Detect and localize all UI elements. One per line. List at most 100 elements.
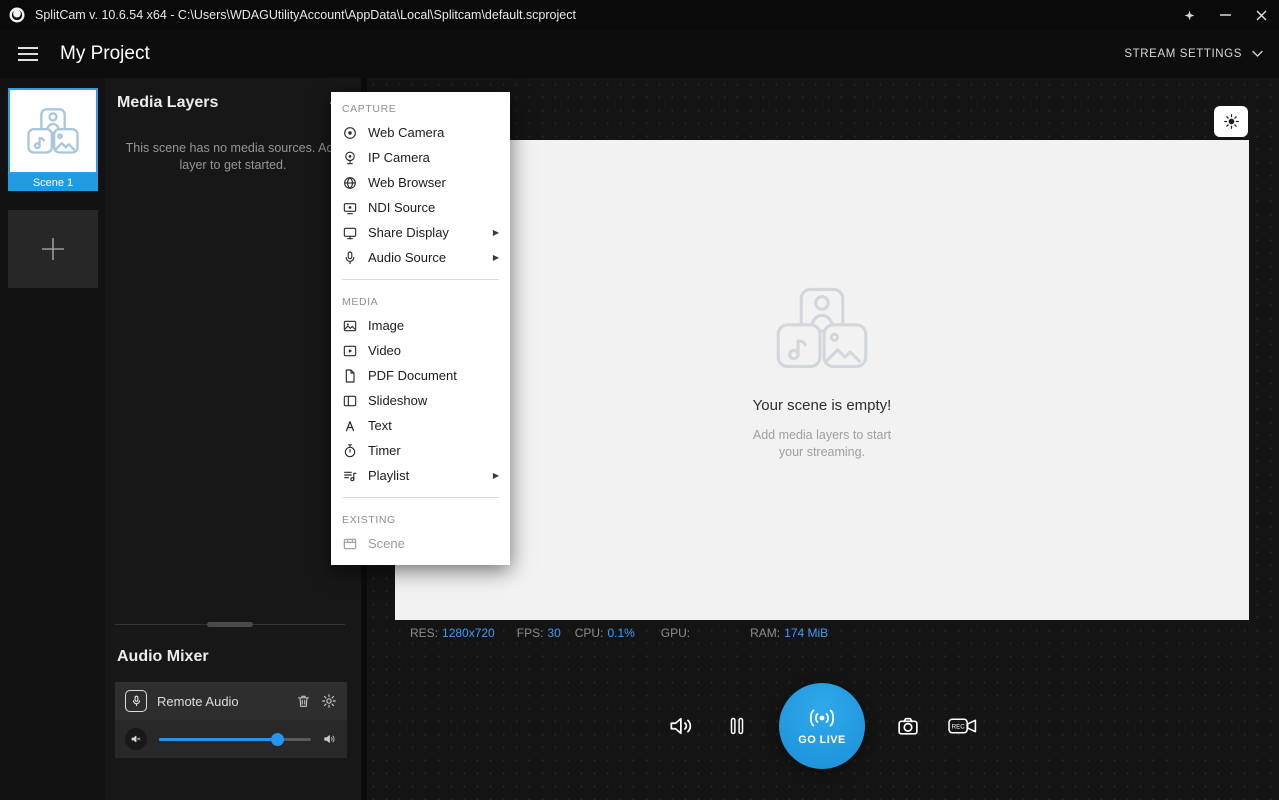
stat-ram: RAM: 174 MiB	[750, 626, 828, 640]
video-icon	[342, 343, 358, 359]
channel-settings-button[interactable]	[321, 693, 337, 709]
menu-item-label: NDI Source	[368, 200, 435, 215]
scenes-sidebar: Scene 1	[0, 78, 105, 800]
close-button[interactable]	[1243, 0, 1279, 30]
menu-item-playlist[interactable]: Playlist ▶	[331, 463, 510, 488]
menu-item-video[interactable]: Video	[331, 338, 510, 363]
stat-label: CPU:	[575, 626, 604, 640]
menu-section-existing: EXISTING	[331, 507, 510, 531]
scene-thumbnail-frame	[8, 88, 98, 174]
menu-item-label: Share Display	[368, 225, 449, 240]
menu-item-share-display[interactable]: Share Display ▶	[331, 220, 510, 245]
minimize-button[interactable]	[1207, 0, 1243, 30]
trash-icon	[296, 693, 311, 709]
window-controls	[1171, 0, 1279, 30]
volume-slider-knob[interactable]	[271, 733, 284, 746]
webcam-icon	[342, 125, 358, 141]
volume-slider-fill	[159, 738, 278, 741]
go-live-button[interactable]: GO LIVE	[779, 683, 865, 769]
sun-icon	[1223, 113, 1240, 130]
media-layers-icon	[772, 285, 872, 373]
record-button[interactable]: REC	[948, 715, 979, 738]
ndi-source-icon	[342, 200, 358, 216]
scene-icon	[342, 536, 358, 552]
splitcam-logo-icon	[8, 6, 26, 24]
menu-divider	[342, 497, 499, 498]
menu-item-image[interactable]: Image	[331, 313, 510, 338]
stream-settings-dropdown[interactable]: STREAM SETTINGS	[1124, 48, 1263, 60]
plus-icon	[40, 236, 66, 262]
slideshow-icon	[342, 393, 358, 409]
add-scene-button[interactable]	[8, 210, 98, 288]
chevron-down-icon	[1252, 50, 1263, 58]
stat-resolution: RES: 1280x720	[410, 626, 495, 640]
menu-item-label: Video	[368, 343, 401, 358]
stat-label: RES:	[410, 626, 438, 640]
sparkle-button[interactable]	[1171, 0, 1207, 30]
media-layers-panel: Media Layers This scene has no media sou…	[105, 78, 361, 800]
menu-item-pdf-document[interactable]: PDF Document	[331, 363, 510, 388]
menu-item-label: Timer	[368, 443, 401, 458]
titlebar: SplitCam v. 10.6.54 x64 - C:\Users\WDAGU…	[0, 0, 1279, 30]
submenu-arrow-icon: ▶	[493, 253, 499, 262]
broadcast-icon	[807, 707, 837, 729]
menu-section-capture: CAPTURE	[331, 96, 510, 120]
stat-cpu: CPU: 0.1%	[575, 626, 635, 640]
stat-fps: FPS: 30	[517, 626, 561, 640]
menu-item-ndi-source[interactable]: NDI Source	[331, 195, 510, 220]
menu-item-label: Web Camera	[368, 125, 444, 140]
menu-item-timer[interactable]: Timer	[331, 438, 510, 463]
panel-resizer[interactable]	[115, 624, 345, 625]
pause-icon	[725, 714, 749, 738]
sparkle-icon	[1183, 9, 1196, 22]
master-volume-button[interactable]	[666, 713, 694, 739]
menu-item-text[interactable]: Text	[331, 413, 510, 438]
speaker-muted-icon	[130, 733, 142, 745]
pdf-icon	[342, 368, 358, 384]
menu-item-label: PDF Document	[368, 368, 457, 383]
delete-channel-button[interactable]	[296, 693, 311, 709]
image-icon	[342, 318, 358, 334]
go-live-label: GO LIVE	[798, 734, 845, 746]
scene-canvas: Your scene is empty! Add media layers to…	[395, 140, 1249, 620]
mute-button[interactable]	[125, 728, 147, 750]
microphone-icon	[342, 250, 358, 266]
empty-layers-line1: This scene has no media sources. Add	[119, 140, 347, 157]
submenu-arrow-icon: ▶	[493, 471, 499, 480]
media-layers-icon	[25, 107, 81, 156]
scene-thumbnail[interactable]: Scene 1	[8, 88, 98, 191]
status-bar: RES: 1280x720 FPS: 30 CPU: 0.1% GPU: RAM…	[410, 626, 828, 640]
empty-scene-subtitle: Add media layers to start your streaming…	[753, 427, 891, 461]
snapshot-button[interactable]	[895, 714, 922, 739]
empty-scene-title: Your scene is empty!	[753, 397, 892, 414]
empty-layers-message: This scene has no media sources. Add lay…	[105, 140, 361, 174]
menu-item-scene[interactable]: Scene	[331, 531, 510, 556]
stat-value: 0.1%	[607, 626, 634, 640]
empty-layers-line2: layer to get started.	[119, 157, 347, 174]
menu-item-label: IP Camera	[368, 150, 430, 165]
brightness-button[interactable]	[1214, 106, 1248, 137]
menu-hamburger-icon[interactable]	[18, 47, 38, 61]
menu-item-web-camera[interactable]: Web Camera	[331, 120, 510, 145]
volume-slider[interactable]	[159, 738, 311, 741]
scene-label: Scene 1	[8, 174, 98, 191]
pause-button[interactable]	[725, 714, 749, 738]
menu-item-slideshow[interactable]: Slideshow	[331, 388, 510, 413]
audio-channel-name: Remote Audio	[157, 694, 286, 709]
resizer-grip[interactable]	[207, 622, 253, 627]
stat-value: 174 MiB	[784, 626, 828, 640]
text-icon	[342, 418, 358, 434]
menu-item-label: Scene	[368, 536, 405, 551]
audio-channel-row: Remote Audio	[115, 682, 347, 720]
menu-item-label: Text	[368, 418, 392, 433]
record-icon: REC	[948, 715, 979, 738]
menu-item-web-browser[interactable]: Web Browser	[331, 170, 510, 195]
rec-label: REC	[952, 724, 966, 731]
add-layer-menu: CAPTURE Web Camera IP Camera Web Browser	[331, 92, 510, 565]
stream-settings-label: STREAM SETTINGS	[1124, 48, 1242, 60]
media-layers-title: Media Layers	[117, 94, 329, 112]
menu-divider	[342, 279, 499, 280]
menu-item-label: Web Browser	[368, 175, 446, 190]
menu-item-ip-camera[interactable]: IP Camera	[331, 145, 510, 170]
menu-item-audio-source[interactable]: Audio Source ▶	[331, 245, 510, 270]
